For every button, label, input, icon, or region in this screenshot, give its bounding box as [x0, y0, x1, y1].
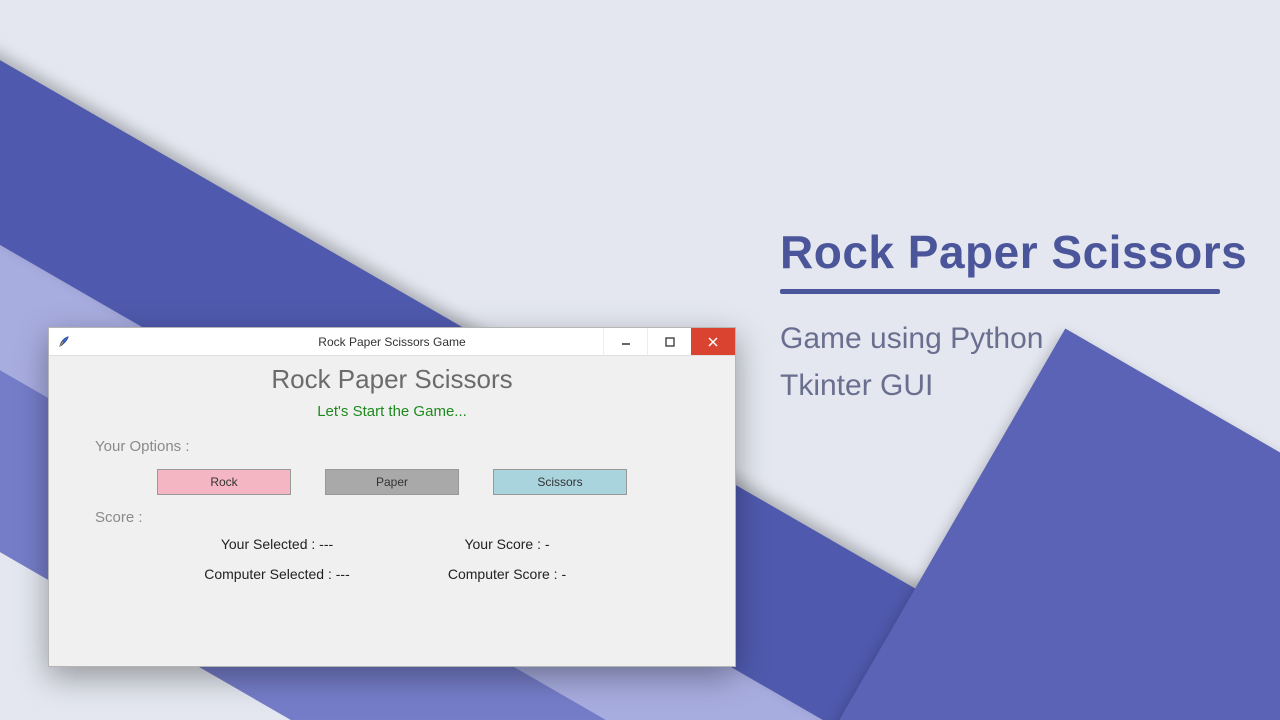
- computer-selected-value: Computer Selected : ---: [172, 566, 382, 582]
- window-buttons: [603, 328, 735, 355]
- start-message: Let's Start the Game...: [67, 403, 717, 420]
- tkinter-feather-icon: [57, 335, 71, 349]
- headline-subtitle: Game using Python Tkinter GUI: [780, 316, 1260, 409]
- close-button[interactable]: [691, 328, 735, 355]
- computer-score-value: Computer Score : -: [402, 566, 612, 582]
- tkinter-window: Rock Paper Scissors Game Rock Paper Scis…: [48, 327, 736, 667]
- headline-sub-line1: Game using Python: [780, 316, 1260, 363]
- thumbnail-canvas: Rock Paper Scissors Game using Python Tk…: [0, 0, 1280, 720]
- your-score-value: Your Score : -: [402, 536, 612, 552]
- your-selected-value: Your Selected : ---: [172, 536, 382, 552]
- minimize-button[interactable]: [603, 328, 647, 355]
- window-client-area: Rock Paper Scissors Let's Start the Game…: [49, 356, 735, 592]
- options-row: Rock Paper Scissors: [67, 469, 717, 495]
- score-grid: Your Selected : --- Your Score : - Compu…: [172, 536, 612, 582]
- scissors-button[interactable]: Scissors: [493, 469, 627, 495]
- window-titlebar[interactable]: Rock Paper Scissors Game: [49, 328, 735, 356]
- headline-underline: [780, 289, 1220, 294]
- score-label: Score :: [95, 509, 717, 526]
- app-title: Rock Paper Scissors: [67, 364, 717, 395]
- maximize-button[interactable]: [647, 328, 691, 355]
- headline-sub-line2: Tkinter GUI: [780, 363, 1260, 410]
- paper-button[interactable]: Paper: [325, 469, 459, 495]
- headline-title: Rock Paper Scissors: [780, 225, 1260, 279]
- headline-block: Rock Paper Scissors Game using Python Tk…: [780, 225, 1260, 409]
- rock-button[interactable]: Rock: [157, 469, 291, 495]
- options-label: Your Options :: [95, 438, 717, 455]
